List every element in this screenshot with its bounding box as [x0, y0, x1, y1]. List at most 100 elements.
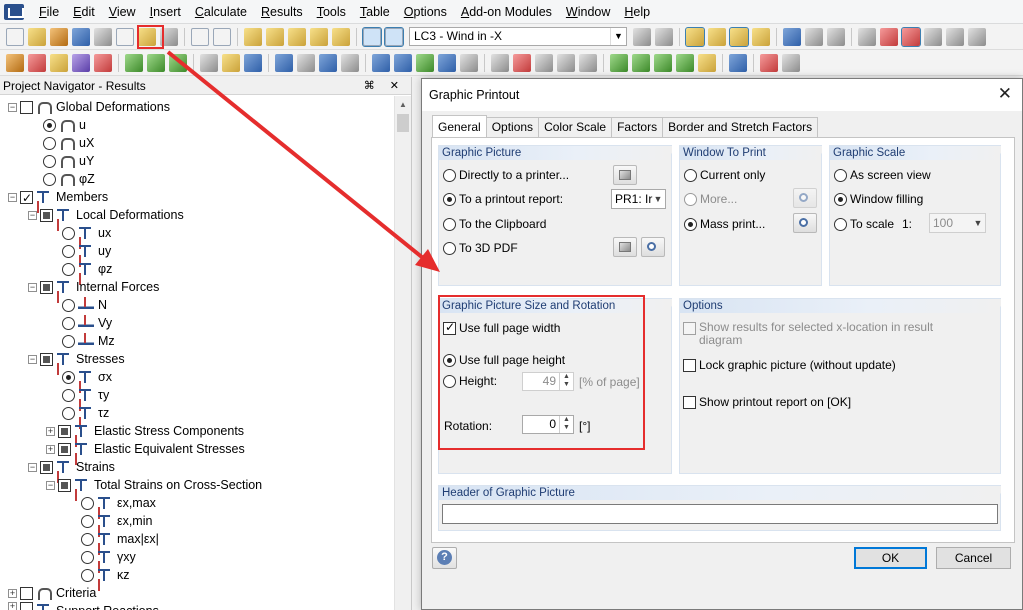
tree-item-phiz[interactable]: φZ: [43, 170, 95, 188]
rotate-icon[interactable]: [394, 53, 412, 72]
snap-icon[interactable]: [901, 26, 921, 47]
app-logo-icon[interactable]: [4, 3, 24, 20]
option-show-printout-report[interactable]: Show printout report on [OK]: [683, 395, 851, 409]
material-icon[interactable]: [147, 53, 165, 72]
radio-button[interactable]: [834, 192, 847, 206]
radio-button[interactable]: [43, 136, 56, 150]
radio-button[interactable]: [443, 217, 456, 231]
tree-item-elastic-equivalent-stresses[interactable]: + Elastic Equivalent Stresses: [46, 440, 245, 458]
checkbox[interactable]: [40, 208, 53, 222]
close-icon[interactable]: ✕: [998, 85, 1012, 103]
guideline-icon[interactable]: [782, 53, 800, 72]
print-report-icon[interactable]: [116, 27, 134, 46]
collapse-icon[interactable]: −: [28, 282, 37, 292]
expand-icon[interactable]: +: [8, 588, 17, 598]
surface-icon[interactable]: [72, 53, 90, 72]
pdf-settings-button[interactable]: [613, 237, 637, 257]
tree-item-tau-z[interactable]: τz: [62, 404, 109, 422]
radio-button[interactable]: [62, 316, 75, 330]
undo-icon[interactable]: [191, 27, 209, 46]
search-icon[interactable]: [266, 27, 284, 46]
menu-window[interactable]: Window: [559, 0, 617, 24]
tree-item-local-ux[interactable]: ux: [62, 224, 111, 242]
collapse-icon[interactable]: −: [28, 462, 37, 472]
tree-item-gamma-xy[interactable]: γxy: [81, 548, 136, 566]
film-icon[interactable]: [805, 27, 823, 46]
tab-options[interactable]: Options: [485, 117, 540, 137]
tree-item-internal-forces[interactable]: − Internal Forces: [28, 278, 159, 296]
expand-icon[interactable]: +: [46, 426, 55, 436]
tree-item-global-deformations[interactable]: − Global Deformations: [8, 98, 170, 116]
animation-icon[interactable]: [783, 27, 801, 46]
option-as-screen-view[interactable]: As screen view: [834, 168, 931, 182]
show-results-icon[interactable]: [685, 26, 705, 47]
result-values-icon[interactable]: [708, 27, 726, 46]
new-file-icon[interactable]: [6, 27, 24, 46]
tree-item-total-strains[interactable]: − Total Strains on Cross-Section: [46, 476, 262, 494]
radio-button[interactable]: [62, 334, 75, 348]
tab-general[interactable]: General: [432, 115, 487, 137]
menu-file[interactable]: File: [32, 0, 66, 24]
radio-button[interactable]: [43, 172, 56, 186]
printer-settings-button[interactable]: [613, 165, 637, 185]
open-file-icon[interactable]: [28, 27, 46, 46]
render-icon[interactable]: [297, 53, 315, 72]
zoom-all-icon[interactable]: [535, 53, 553, 72]
radio-button[interactable]: [43, 118, 56, 132]
iso-view-icon[interactable]: [491, 53, 509, 72]
tree-item-vy[interactable]: Vy: [62, 314, 112, 332]
view-options-icon[interactable]: [924, 27, 942, 46]
menu-help[interactable]: Help: [617, 0, 657, 24]
menu-add-on-modules[interactable]: Add-on Modules: [454, 0, 559, 24]
navigator-scrollbar[interactable]: ▲: [394, 96, 411, 610]
cancel-button[interactable]: Cancel: [936, 547, 1011, 569]
radio-button[interactable]: [81, 514, 94, 528]
tab-color-scale[interactable]: Color Scale: [538, 117, 613, 137]
load-icon[interactable]: [200, 53, 218, 72]
collapse-icon[interactable]: −: [28, 354, 37, 364]
collapse-icon[interactable]: −: [28, 210, 37, 220]
view-iso-icon[interactable]: [676, 53, 694, 72]
previous-load-case-icon[interactable]: [633, 27, 651, 46]
tree-item-sigma-x[interactable]: σx: [62, 368, 112, 386]
checkbox[interactable]: [58, 442, 71, 456]
solid-icon[interactable]: [341, 53, 359, 72]
view-grid-icon[interactable]: [858, 27, 876, 46]
checkbox[interactable]: [20, 189, 33, 207]
radio-button[interactable]: [834, 168, 847, 182]
load-case-select[interactable]: LC3 - Wind in -X ▼: [409, 27, 627, 46]
tree-item-local-uy[interactable]: uy: [62, 242, 111, 260]
print-icon[interactable]: [94, 27, 112, 46]
checkbox[interactable]: [683, 358, 696, 372]
scale-icon[interactable]: [438, 53, 456, 72]
save-icon[interactable]: [72, 27, 90, 46]
radio-button[interactable]: [62, 370, 75, 384]
hinge-icon[interactable]: [169, 53, 187, 72]
member-load-icon[interactable]: [222, 53, 240, 72]
support-icon[interactable]: [94, 53, 112, 72]
tree-item-local-phiz[interactable]: φz: [62, 260, 112, 278]
tree-item-stresses[interactable]: − Stresses: [28, 350, 125, 368]
radio-button[interactable]: [443, 168, 456, 182]
menu-view[interactable]: View: [102, 0, 143, 24]
menu-tools[interactable]: Tools: [310, 0, 353, 24]
radio-button[interactable]: [62, 406, 75, 420]
checkbox[interactable]: [40, 280, 53, 294]
radio-button[interactable]: [684, 192, 697, 206]
tree-item-uy[interactable]: uY: [43, 152, 94, 170]
menu-edit[interactable]: Edit: [66, 0, 102, 24]
tree-item-local-deformations[interactable]: − Local Deformations: [28, 206, 184, 224]
checkbox[interactable]: [20, 602, 33, 610]
option-mass-print[interactable]: Mass print...: [684, 217, 765, 231]
tree-item-elastic-stress-components[interactable]: + Elastic Stress Components: [46, 422, 244, 440]
radio-button[interactable]: [81, 568, 94, 582]
radio-button[interactable]: [43, 154, 56, 168]
display-properties-icon[interactable]: [729, 53, 747, 72]
help-button[interactable]: ?: [432, 547, 457, 569]
dimension-icon[interactable]: [760, 53, 778, 72]
option-current-only[interactable]: Current only: [684, 168, 765, 182]
menu-insert[interactable]: Insert: [143, 0, 188, 24]
checkbox[interactable]: [20, 586, 33, 600]
radio-button[interactable]: [62, 244, 75, 258]
tree-item-strains[interactable]: − Strains: [28, 458, 115, 476]
